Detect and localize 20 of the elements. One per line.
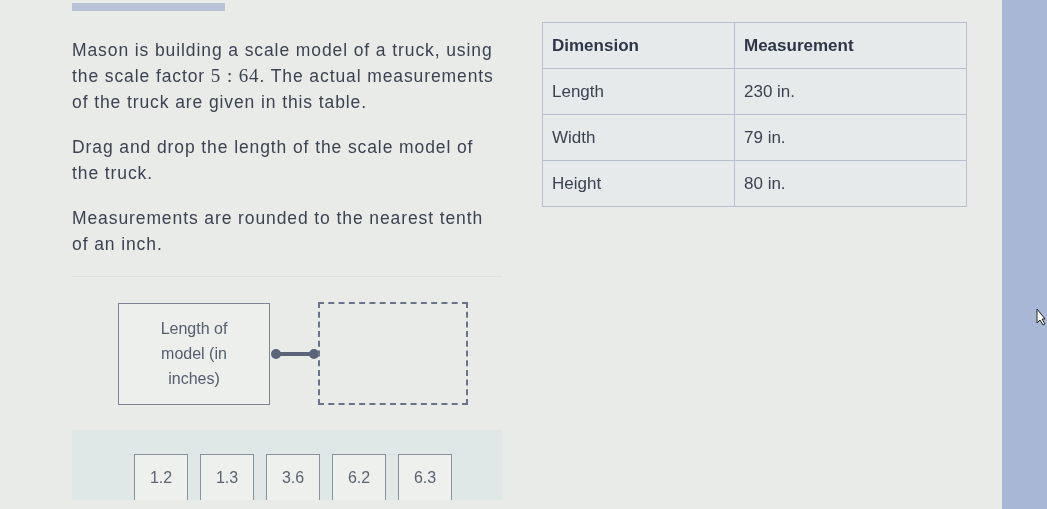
table-cell: Width: [542, 114, 735, 161]
table-cell: Length: [542, 68, 735, 115]
answer-tile[interactable]: 3.6: [266, 454, 320, 500]
table-cell: Height: [542, 160, 735, 207]
question-text: Measurements are rounded to the nearest tenth of an inch.: [72, 207, 485, 256]
table-cell: 230 in.: [734, 68, 967, 115]
column-header: Measurement: [734, 22, 967, 69]
connector-icon: [270, 346, 320, 361]
answer-tile[interactable]: 1.3: [200, 454, 254, 500]
answer-tile[interactable]: 6.3: [398, 454, 452, 500]
cursor-icon: [1036, 308, 1046, 326]
prompt-label: Length of model (in inches): [159, 319, 229, 389]
question-text: Drag and drop the length of the scale model of the truck.: [72, 136, 475, 185]
column-header: Dimension: [542, 22, 735, 69]
table-cell: 79 in.: [734, 114, 967, 161]
drop-zone[interactable]: [318, 302, 468, 405]
question-text: Mason is building a scale model of a truck, using the scale factor 5 : 64. The actual measurements of the truck are given in this table.: [72, 39, 495, 114]
answer-tile[interactable]: 6.2: [332, 454, 386, 500]
table-cell: 80 in.: [734, 160, 967, 207]
answer-tile[interactable]: 1.2: [134, 454, 188, 500]
